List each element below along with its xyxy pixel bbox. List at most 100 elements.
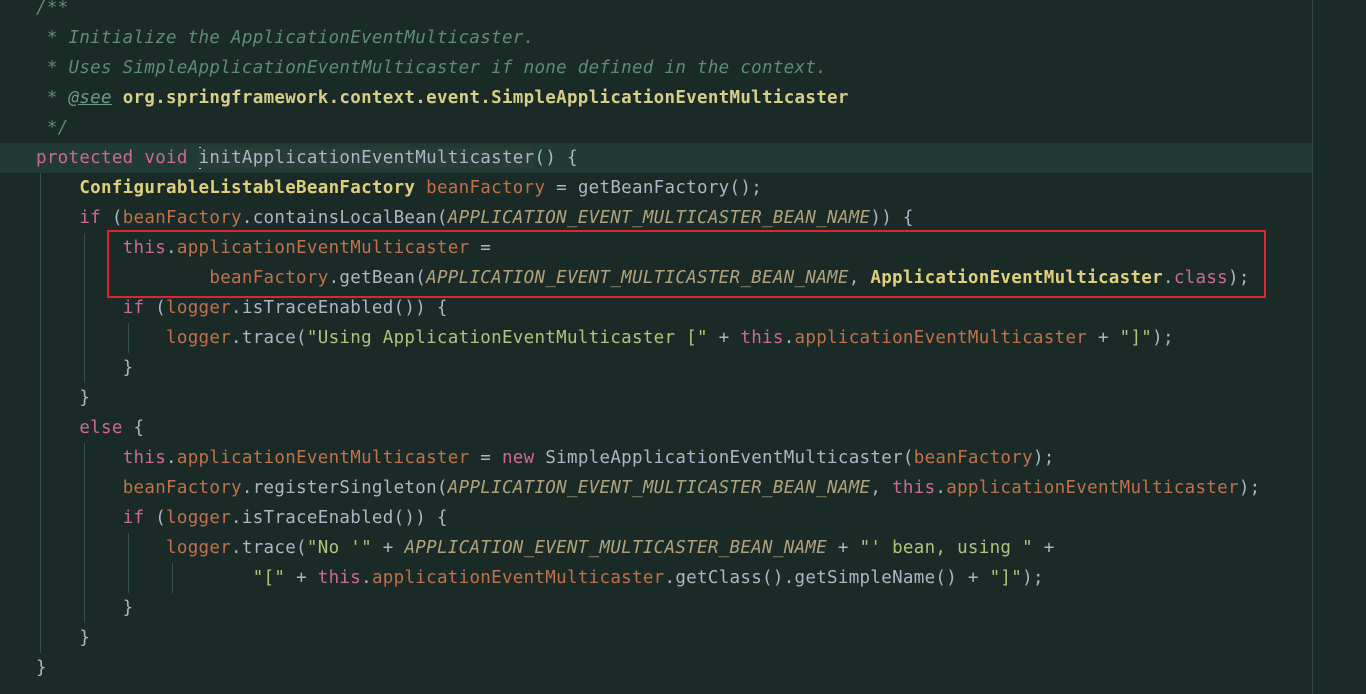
code-token: * Uses SimpleApplicationEventMulticaster…: [36, 58, 828, 78]
code-token: beanFactory: [913, 448, 1033, 468]
code-line[interactable]: ConfigurableListableBeanFactory beanFact…: [36, 173, 762, 203]
code-token: applicationEventMulticaster: [946, 478, 1239, 498]
code-token: .: [783, 328, 795, 348]
code-token: +: [707, 328, 741, 348]
code-token: if: [79, 208, 102, 228]
code-token: protected: [36, 148, 134, 168]
code-line[interactable]: if (beanFactory.containsLocalBean(APPLIC…: [36, 203, 914, 233]
code-token: (: [101, 208, 123, 228]
code-token: "]": [989, 568, 1023, 588]
code-token: this: [122, 448, 167, 468]
code-token: }: [36, 358, 134, 378]
code-token: * Initialize the ApplicationEventMultica…: [36, 28, 535, 48]
code-line[interactable]: this.applicationEventMulticaster = new S…: [36, 443, 1055, 473]
code-token: APPLICATION_EVENT_MULTICASTER_BEAN_NAME: [447, 478, 871, 498]
code-token: .: [166, 448, 177, 468]
code-token: .: [935, 478, 947, 498]
code-token: )) {: [870, 208, 914, 228]
code-line[interactable]: logger.trace("No '" + APPLICATION_EVENT_…: [36, 533, 1055, 563]
code-line[interactable]: else {: [36, 413, 144, 443]
code-token: /**: [36, 0, 69, 18]
code-token: () {: [534, 148, 578, 168]
code-token: }: [36, 658, 47, 678]
code-token: .trace(: [231, 538, 307, 558]
code-token: APPLICATION_EVENT_MULTICASTER_BEAN_NAME: [447, 208, 871, 228]
code-token: new: [501, 448, 535, 468]
code-token: "[": [252, 568, 286, 588]
code-line[interactable]: * Initialize the ApplicationEventMultica…: [36, 23, 534, 53]
code-token: }: [36, 388, 91, 408]
code-token: ,: [870, 478, 893, 498]
code-token: (: [144, 298, 167, 318]
code-line[interactable]: protected void initApplicationEventMulti…: [36, 143, 578, 173]
code-token: logger: [166, 508, 232, 528]
code-token: if: [122, 298, 145, 318]
code-editor[interactable]: /** * Initialize the ApplicationEventMul…: [0, 0, 1366, 694]
code-line[interactable]: }: [36, 593, 134, 623]
code-token: .trace(: [231, 328, 307, 348]
code-token: =: [469, 448, 502, 468]
code-token: .containsLocalBean(: [241, 208, 448, 228]
code-line[interactable]: logger.trace("Using ApplicationEventMult…: [36, 323, 1174, 353]
code-token: );: [1032, 448, 1055, 468]
code-token: */: [36, 118, 69, 138]
code-token: +: [827, 538, 860, 558]
code-token: logger: [166, 328, 232, 348]
code-line[interactable]: beanFactory.registerSingleton(APPLICATIO…: [36, 473, 1261, 503]
code-line[interactable]: /**: [36, 0, 69, 23]
code-line[interactable]: * @see org.springframework.context.event…: [36, 83, 849, 113]
code-token: {: [122, 418, 145, 438]
code-line[interactable]: }: [36, 383, 90, 413]
code-line[interactable]: */: [36, 113, 69, 143]
code-token: beanFactory: [122, 478, 242, 498]
code-token: initApplicationEventMulticaster: [198, 148, 535, 168]
code-token: .isTraceEnabled()) {: [231, 508, 448, 528]
code-token: else: [79, 418, 123, 438]
code-token: this: [892, 478, 936, 498]
code-token: "]": [1119, 328, 1153, 348]
code-token: (: [144, 508, 167, 528]
code-line[interactable]: }: [36, 623, 90, 653]
code-line[interactable]: "[" + this.applicationEventMulticaster.g…: [36, 563, 1044, 593]
right-margin-guide: [1312, 0, 1313, 694]
code-token: +: [285, 568, 318, 588]
code-token: = getBeanFactory();: [545, 178, 763, 198]
code-token: if: [122, 508, 145, 528]
code-token: .registerSingleton(: [241, 478, 448, 498]
code-token: beanFactory: [122, 208, 242, 228]
code-token: applicationEventMulticaster: [176, 448, 470, 468]
code-token: *: [36, 88, 69, 108]
code-line[interactable]: * Uses SimpleApplicationEventMulticaster…: [36, 53, 827, 83]
code-line[interactable]: }: [36, 653, 47, 683]
code-token: this: [740, 328, 784, 348]
code-token: .isTraceEnabled()) {: [231, 298, 448, 318]
code-token: APPLICATION_EVENT_MULTICASTER_BEAN_NAME: [404, 538, 828, 558]
code-token: );: [1152, 328, 1174, 348]
code-token: logger: [166, 538, 232, 558]
code-token: "Using ApplicationEventMulticaster [": [306, 328, 708, 348]
code-token: );: [1022, 568, 1044, 588]
code-token: @see: [68, 88, 112, 108]
code-token: +: [1032, 538, 1055, 558]
code-token: logger: [166, 298, 232, 318]
code-token: .: [361, 568, 372, 588]
code-line[interactable]: }: [36, 353, 134, 383]
code-token: this: [317, 568, 362, 588]
code-token: +: [371, 538, 405, 558]
code-token: "No '": [306, 538, 372, 558]
code-token: beanFactory: [426, 178, 546, 198]
code-line[interactable]: if (logger.isTraceEnabled()) {: [36, 503, 448, 533]
red-highlight-box: [107, 230, 1266, 298]
